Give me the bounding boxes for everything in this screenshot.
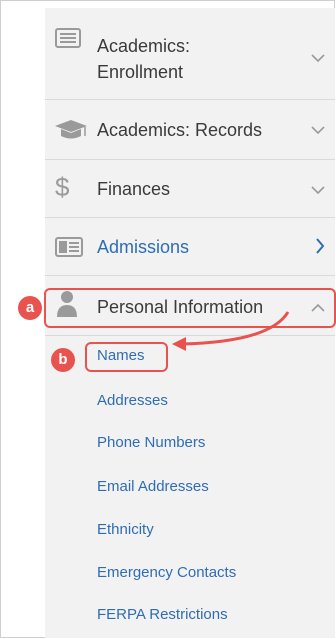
menu-item-academics-records[interactable]: Academics: Records [45,100,335,160]
submenu-item-emergency-contacts[interactable]: Emergency Contacts [97,563,236,583]
callout-a: a [18,296,42,320]
menu-item-admissions[interactable]: Admissions [45,218,335,276]
chevron-down-icon[interactable] [311,122,325,138]
names-highlight [85,342,168,372]
menu-item-label: Finances [97,179,171,199]
callout-b: b [51,348,75,372]
chevron-right-icon[interactable] [315,238,325,257]
menu-item-label-line2: Enrollment [97,62,184,82]
submenu-item-ferpa-restrictions[interactable]: FERPA Restrictions [97,605,228,625]
submenu-item-ethnicity[interactable]: Ethnicity [97,520,154,540]
id-card-icon [55,28,81,53]
submenu-item-email-addresses[interactable]: Email Addresses [97,477,209,497]
menu-item-label: Admissions [97,237,190,257]
graduation-cap-icon [53,118,89,147]
chevron-down-icon[interactable] [311,182,325,198]
menu-item-finances[interactable]: $ Finances [45,160,335,218]
dollar-icon: $ [55,172,70,202]
menu-item-label: Academics: Records [97,120,263,140]
menu-item-label: Academics: Enrollment [97,33,190,85]
chevron-down-icon[interactable] [311,50,325,66]
id-card-icon [55,237,83,262]
menu-item-label-line1: Academics: [97,36,191,56]
menu-item-academics-enrollment[interactable]: Academics: Enrollment [45,8,335,100]
submenu-item-addresses[interactable]: Addresses [97,391,168,411]
arrow-pointer [172,311,290,351]
submenu-item-phone-numbers[interactable]: Phone Numbers [97,433,205,453]
